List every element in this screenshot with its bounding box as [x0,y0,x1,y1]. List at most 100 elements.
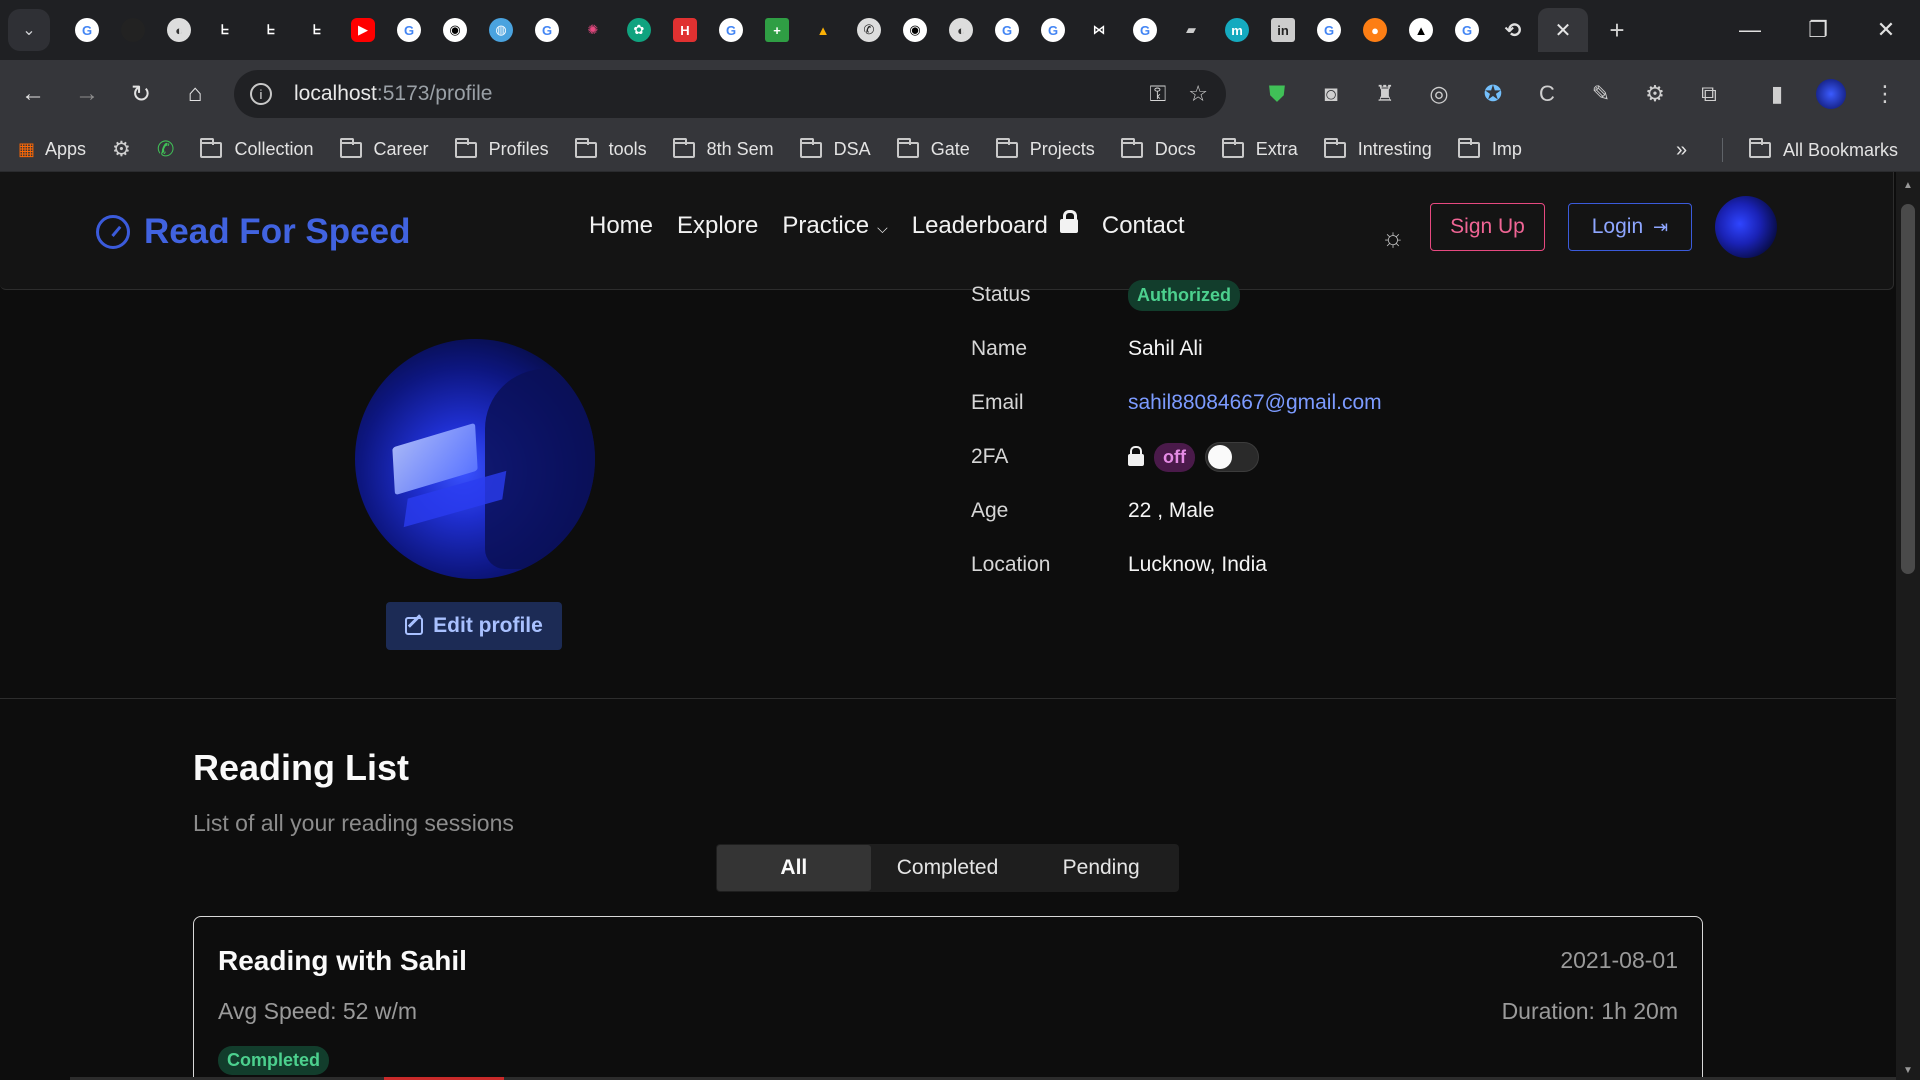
bulb-extension-icon[interactable]: ♜ [1358,67,1412,121]
sidepanel-icon[interactable]: ▮ [1750,67,1804,121]
tab-drive[interactable]: ▲ [800,10,846,50]
bookmark-folder-8th-sem[interactable]: 8th Sem [672,137,774,160]
tab-google[interactable]: G [386,10,432,50]
bookmark-folder-gate[interactable]: Gate [896,137,970,160]
tab-all[interactable]: All [717,845,871,891]
tab-m[interactable]: m [1214,10,1260,50]
star-icon[interactable]: ☆ [1188,81,1208,107]
bookmark-folder-imp[interactable]: Imp [1457,137,1522,160]
close-window-button[interactable]: ✕ [1852,0,1920,60]
tab-globe[interactable]: ◐ [156,10,202,50]
tab-dark[interactable] [110,10,156,50]
tab-dash[interactable]: ▰ [1168,10,1214,50]
new-tab-button[interactable]: + [1594,10,1640,50]
bookmark-folder-dsa[interactable]: DSA [799,137,871,160]
active-tab[interactable]: ✕ [1538,8,1588,52]
tab-globe[interactable]: ◍ [478,10,524,50]
tab-history[interactable]: ⟲ [1490,10,1536,50]
google-icon: G [397,18,421,42]
page-scrollbar[interactable]: ▲ ▼ [1896,172,1920,1080]
c-extension-icon[interactable]: C [1520,67,1574,121]
tab-google[interactable]: G [1030,10,1076,50]
tab-t1[interactable]: ᖶ [202,10,248,50]
tab-google[interactable]: G [984,10,1030,50]
close-icon[interactable]: ✕ [1555,18,1572,43]
edit-profile-button[interactable]: Edit profile [386,602,562,650]
reload-button[interactable]: ↻ [114,67,168,121]
camera-extension-icon[interactable]: ◙ [1304,67,1358,121]
tab-linkedin[interactable]: in [1260,10,1306,50]
tab-github[interactable]: ◉ [432,10,478,50]
tab-whatsapp[interactable]: ✆ [846,10,892,50]
tab-completed[interactable]: Completed [871,845,1025,891]
bookmark-folder-intresting[interactable]: Intresting [1323,137,1432,160]
gear-icon[interactable]: ⚙ [1628,67,1682,121]
reading-session-card[interactable]: Reading with Sahil 2021-08-01 Avg Speed:… [193,916,1703,1080]
scroll-up-icon[interactable]: ▲ [1896,180,1920,191]
user-avatar[interactable] [1715,196,1777,258]
tab-github[interactable]: ◉ [892,10,938,50]
bookmark-folder-profiles[interactable]: Profiles [454,137,549,160]
puzzle-icon[interactable]: ⧉ [1682,67,1736,121]
scrollbar-thumb[interactable] [1901,204,1915,574]
key-icon[interactable]: ⚿ [1150,81,1167,107]
tab-chatgpt[interactable]: ✿ [616,10,662,50]
kebab-menu-icon[interactable]: ⋮ [1858,67,1912,121]
nav-leaderboard[interactable]: Leaderboard [912,210,1078,240]
all-bookmarks-button[interactable]: All Bookmarks [1748,128,1898,172]
tab-triangle[interactable]: ▲ [1398,10,1444,50]
tab-google[interactable]: G [524,10,570,50]
more-bookmarks-button[interactable]: » [1676,128,1687,172]
nav-home[interactable]: Home [589,212,653,240]
home-button[interactable]: ⌂ [168,67,222,121]
signup-button[interactable]: Sign Up [1430,203,1545,251]
profile-avatar-icon[interactable] [1804,67,1858,121]
bookmark-folder-extra[interactable]: Extra [1221,137,1298,160]
shield-extension-icon[interactable]: ⛊ [1250,67,1304,121]
bookmark-folder-projects[interactable]: Projects [995,137,1095,160]
tab-google[interactable]: G [708,10,754,50]
bookmark-folder-tools[interactable]: tools [574,137,647,160]
nav-explore[interactable]: Explore [677,212,758,240]
tab-search-button[interactable]: ⌄ [8,9,50,51]
nav-contact[interactable]: Contact [1102,212,1185,240]
tab-h[interactable]: H [662,10,708,50]
nav-practice[interactable]: Practice ⌵ [782,212,887,240]
tab-pending[interactable]: Pending [1024,845,1178,891]
tab-google[interactable]: G [1306,10,1352,50]
minimize-button[interactable]: — [1716,0,1784,60]
back-button[interactable]: ← [6,67,60,121]
bookmark-settings[interactable]: ⚙ [112,137,131,162]
login-button[interactable]: Login ⇥ [1568,203,1692,251]
tab-react[interactable]: ✺ [570,10,616,50]
scroll-down-icon[interactable]: ▼ [1896,1065,1920,1076]
tab-bow[interactable]: ⋈ [1076,10,1122,50]
tab-sheets[interactable]: + [754,10,800,50]
tab-google[interactable]: G [64,10,110,50]
theme-toggle-sun-icon[interactable]: ☼ [1378,222,1408,252]
target-extension-icon[interactable]: ◎ [1412,67,1466,121]
bookmark-folder-docs[interactable]: Docs [1120,137,1196,160]
bookmark-folder-collection[interactable]: Collection [200,137,314,160]
bookmark-folder-career[interactable]: Career [339,137,429,160]
tab-google[interactable]: G [1122,10,1168,50]
address-bar[interactable]: i localhost:5173/profile ⚿ ☆ [234,70,1226,118]
forward-button[interactable]: → [60,67,114,121]
tab-orange[interactable]: ● [1352,10,1398,50]
tab-youtube[interactable]: ▶ [340,10,386,50]
bookmark-apps[interactable]: ▦ Apps [18,139,86,160]
tab-t2[interactable]: ᖶ [248,10,294,50]
site-info-icon[interactable]: i [250,83,272,105]
email-link[interactable]: sahil88084667@gmail.com [1128,391,1382,415]
tab-google[interactable]: G [1444,10,1490,50]
window-controls: — ❐ ✕ [1716,0,1920,60]
bookmark-whatsapp[interactable]: ✆ [157,137,175,162]
twofa-toggle[interactable] [1204,442,1259,472]
brand-logo[interactable]: Read For Speed [96,212,410,252]
gear-extension-icon[interactable]: ✪ [1466,67,1520,121]
tab-globe[interactable]: ◐ [938,10,984,50]
restore-button[interactable]: ❐ [1784,0,1852,60]
address-url[interactable]: localhost:5173/profile [294,82,492,106]
eyedropper-icon[interactable]: ✎ [1574,67,1628,121]
tab-t3[interactable]: ᖶ [294,10,340,50]
